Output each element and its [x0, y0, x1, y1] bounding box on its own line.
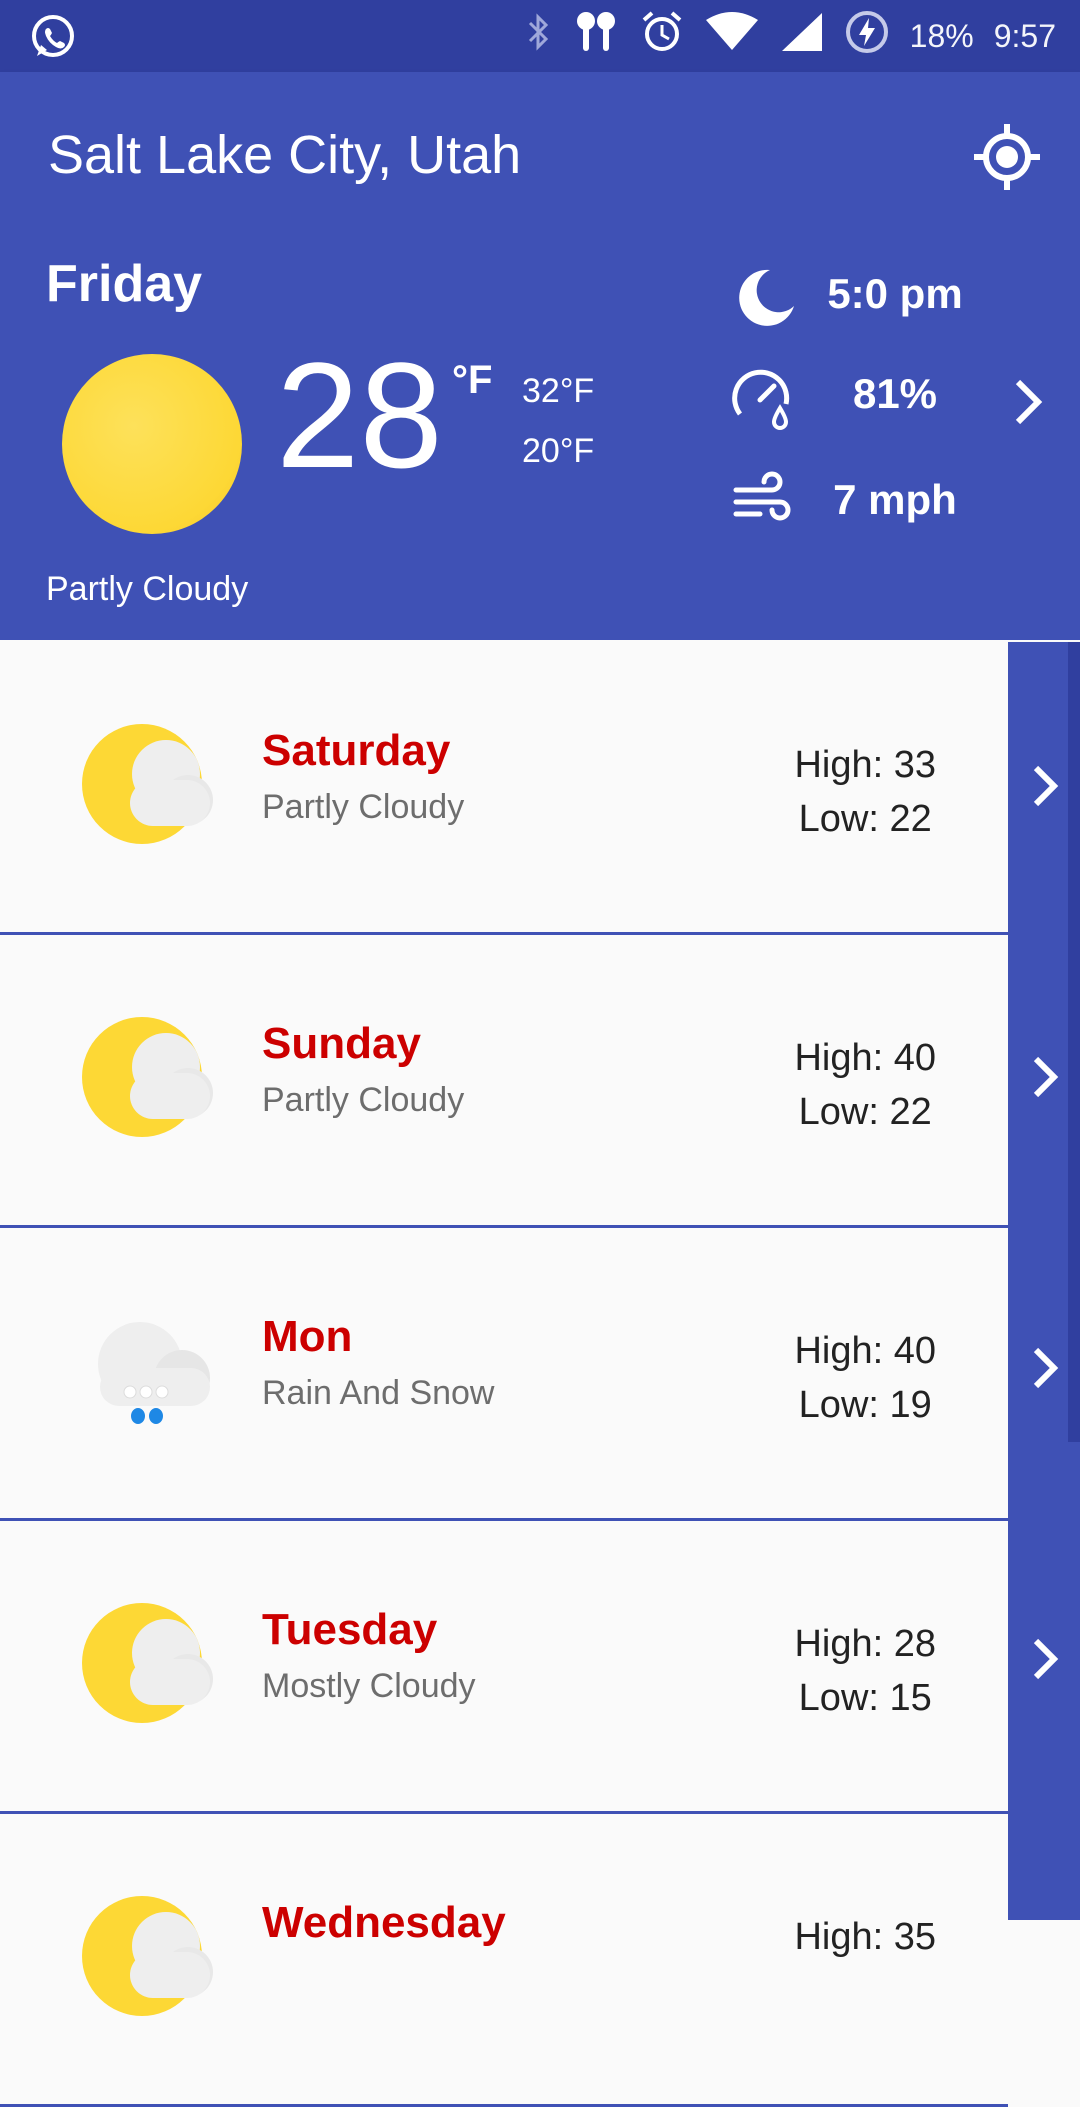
- scroll-indicator: [1068, 642, 1080, 1442]
- forecast-high: High: 28: [794, 1623, 936, 1665]
- sunset-time: 5:0 pm: [827, 270, 963, 317]
- forecast-high: High: 40: [794, 1330, 936, 1372]
- forecast-low: Low: 22: [798, 1091, 932, 1133]
- earbuds-icon: [572, 9, 620, 63]
- city-title: Salt Lake City, Utah: [48, 125, 522, 185]
- current-temperature: 28: [276, 331, 443, 499]
- signal-icon: [780, 11, 824, 61]
- whatsapp-icon: [28, 12, 78, 67]
- side-rail: [1008, 642, 1080, 1920]
- forecast-row[interactable]: Saturday Partly Cloudy High: 33 Low: 22: [0, 642, 1008, 935]
- partly-cloudy-icon: [82, 724, 213, 844]
- today-high: 32°F: [522, 372, 595, 410]
- chevron-right-icon[interactable]: [1032, 1346, 1060, 1390]
- forecast-day: Tuesday: [262, 1605, 438, 1654]
- my-location-button[interactable]: [972, 122, 1042, 192]
- temperature-unit: °F: [452, 358, 493, 402]
- battery-percent: 18%: [909, 17, 974, 54]
- app-bar: Salt Lake City, Utah: [0, 72, 1080, 240]
- wind-icon: [730, 466, 810, 536]
- alarm-icon: [640, 10, 684, 62]
- forecast-high: High: 40: [794, 1037, 936, 1079]
- chevron-right-icon[interactable]: [1032, 1637, 1060, 1681]
- forecast-high: High: 33: [794, 744, 936, 786]
- forecast-high: High: 35: [794, 1916, 936, 1958]
- chevron-right-icon[interactable]: [1032, 764, 1060, 808]
- location-target-icon: [974, 124, 1040, 190]
- forecast-day: Mon: [262, 1312, 353, 1361]
- battery-charging-icon: [844, 9, 890, 63]
- moon-icon: [730, 262, 810, 332]
- chevron-right-icon[interactable]: [1032, 1055, 1060, 1099]
- forecast-day: Sunday: [262, 1019, 421, 1068]
- humidity-value: 81%: [852, 370, 938, 417]
- forecast-low: Low: 22: [798, 798, 932, 840]
- current-weather-panel: Friday 28 °F 32°F 20°F Partly Cloudy 5:0…: [0, 240, 1080, 640]
- clock: 9:57: [993, 17, 1056, 54]
- rain-snow-icon: [98, 1322, 210, 1424]
- forecast-row[interactable]: Mon Rain And Snow High: 40 Low: 19: [0, 1228, 1008, 1521]
- forecast-row[interactable]: Tuesday Mostly Cloudy High: 28 Low: 15: [0, 1521, 1008, 1814]
- current-condition: Partly Cloudy: [46, 570, 249, 608]
- wifi-icon: [704, 12, 760, 60]
- forecast-condition: Partly Cloudy: [262, 1081, 465, 1119]
- status-bar: 18% 9:57: [0, 0, 1080, 72]
- forecast-condition: Rain And Snow: [262, 1374, 495, 1412]
- forecast-low: Low: 19: [798, 1384, 932, 1426]
- bluetooth-icon: [526, 11, 552, 61]
- forecast-list: Saturday Partly Cloudy High: 33 Low: 22 …: [0, 642, 1008, 2107]
- forecast-condition: Mostly Cloudy: [262, 1667, 476, 1705]
- forecast-row[interactable]: Sunday Partly Cloudy High: 40 Low: 22: [0, 935, 1008, 1228]
- forecast-low: Low: 15: [798, 1677, 932, 1719]
- humidity-gauge-icon: [730, 364, 810, 434]
- chevron-right-icon[interactable]: [1012, 376, 1046, 428]
- sun-icon: [62, 354, 242, 534]
- forecast-row[interactable]: Wednesday High: 35: [0, 1814, 1008, 2107]
- wind-speed: 7 mph: [833, 476, 957, 523]
- partly-cloudy-icon: [82, 1603, 213, 1723]
- forecast-condition: Partly Cloudy: [262, 788, 465, 826]
- partly-cloudy-icon: [82, 1896, 213, 2016]
- partly-cloudy-icon: [82, 1017, 213, 1137]
- forecast-day: Wednesday: [262, 1898, 506, 1947]
- forecast-day: Saturday: [262, 726, 451, 775]
- today-low: 20°F: [522, 432, 595, 470]
- current-day: Friday: [46, 255, 203, 313]
